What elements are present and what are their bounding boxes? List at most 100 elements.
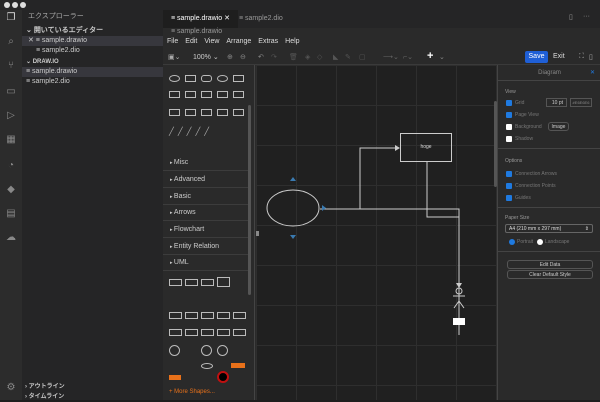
- tab-sample2-dio[interactable]: ≡ sample2.dio: [231, 10, 291, 28]
- insert-dropdown-icon[interactable]: ⌄: [439, 53, 445, 61]
- database-icon[interactable]: ▤: [5, 208, 17, 220]
- shape-item[interactable]: [217, 109, 228, 116]
- shape-item[interactable]: [185, 329, 198, 336]
- diagram-tab[interactable]: Diagram: [498, 65, 600, 81]
- shape-item[interactable]: [217, 75, 228, 82]
- shape-item[interactable]: [217, 277, 230, 287]
- close-window-button[interactable]: [4, 2, 10, 8]
- zoom-out-icon[interactable]: ⊖: [240, 53, 246, 61]
- shape-item[interactable]: [217, 91, 228, 98]
- undo-icon[interactable]: ↶: [258, 53, 264, 61]
- category-flowchart[interactable]: Flowchart: [163, 222, 251, 238]
- docker-icon[interactable]: ◆: [5, 184, 17, 196]
- shape-item[interactable]: [231, 363, 245, 368]
- image-button[interactable]: Image: [548, 122, 569, 131]
- shape-item[interactable]: [185, 91, 196, 98]
- redo-icon[interactable]: ↷: [271, 53, 277, 61]
- category-arrows[interactable]: Arrows: [163, 205, 251, 221]
- menu-arrange[interactable]: Arrange: [226, 38, 251, 45]
- shape-item[interactable]: [185, 279, 198, 286]
- zoom-dropdown[interactable]: 100% ⌄: [193, 53, 219, 61]
- shape-item[interactable]: [201, 329, 214, 336]
- more-shapes-link[interactable]: + More Shapes...: [169, 389, 215, 395]
- shape-item[interactable]: [185, 109, 196, 116]
- grid-color-button[interactable]: #E6E6E6: [570, 98, 592, 107]
- shape-item[interactable]: [169, 375, 181, 380]
- menu-help[interactable]: Help: [285, 38, 299, 45]
- explorer-icon[interactable]: ❐: [5, 12, 17, 24]
- to-back-icon[interactable]: ◇: [317, 53, 322, 61]
- more-actions-icon[interactable]: ···: [583, 13, 590, 20]
- outline-section[interactable]: › アウトライン: [22, 382, 163, 392]
- file-item[interactable]: ≡ sample.drawio: [22, 67, 163, 77]
- connection-points-checkbox[interactable]: [506, 183, 512, 189]
- shape-item[interactable]: [169, 329, 182, 336]
- paper-size-select[interactable]: A4 (210 mm x 297 mm) ⇕: [505, 224, 593, 233]
- shape-item[interactable]: [201, 109, 212, 116]
- shape-item[interactable]: [169, 312, 182, 319]
- shape-item[interactable]: [201, 312, 214, 319]
- fill-color-icon[interactable]: ◣: [333, 53, 338, 61]
- shape-item[interactable]: [201, 279, 214, 286]
- shape-item[interactable]: [201, 345, 212, 356]
- shape-item[interactable]: [169, 91, 180, 98]
- shadow-icon[interactable]: ▢: [359, 53, 366, 61]
- portrait-radio[interactable]: [509, 239, 515, 245]
- drawio-folder-header[interactable]: ⌄ DRAW.IO: [22, 57, 163, 67]
- shape-item[interactable]: [233, 312, 246, 319]
- breadcrumb[interactable]: ≡ sample.drawio: [171, 28, 222, 35]
- open-editors-header[interactable]: ⌄ 開いているエディター: [22, 26, 163, 36]
- shape-item[interactable]: [169, 279, 182, 286]
- shape-item[interactable]: [233, 329, 246, 336]
- save-button[interactable]: Save: [525, 51, 548, 63]
- close-format-icon[interactable]: ✕: [590, 69, 595, 76]
- diagram-canvas[interactable]: hoge: [256, 65, 497, 400]
- background-checkbox[interactable]: [506, 124, 512, 130]
- uml-shapes-grid[interactable]: [167, 277, 249, 385]
- shape-item[interactable]: [169, 75, 180, 82]
- shape-item[interactable]: [217, 329, 230, 336]
- collapse-shapes-handle[interactable]: [256, 231, 259, 236]
- shape-item[interactable]: [217, 345, 228, 356]
- shape-item[interactable]: [185, 312, 198, 319]
- shape-item[interactable]: [169, 109, 180, 116]
- shape-item[interactable]: [201, 363, 213, 369]
- menu-extras[interactable]: Extras: [258, 38, 278, 45]
- close-tab-icon[interactable]: ✕: [224, 15, 230, 22]
- timeline-section[interactable]: › タイムライン: [22, 392, 163, 402]
- edit-data-button[interactable]: Edit Data: [507, 260, 593, 269]
- category-misc[interactable]: Misc: [163, 155, 251, 171]
- shadow-checkbox[interactable]: [506, 136, 512, 142]
- run-debug-icon[interactable]: ▷: [5, 110, 17, 122]
- shape-item[interactable]: [201, 75, 212, 82]
- grid-checkbox[interactable]: [506, 100, 512, 106]
- shape-item[interactable]: [201, 91, 212, 98]
- settings-gear-icon[interactable]: ⚙: [5, 382, 17, 394]
- to-front-icon[interactable]: ◈: [305, 53, 310, 61]
- delete-icon[interactable]: 🗑: [289, 53, 298, 61]
- category-basic[interactable]: Basic: [163, 189, 251, 205]
- actor-label[interactable]: [453, 318, 465, 325]
- grid-size-input[interactable]: 10 pt: [546, 98, 567, 107]
- category-uml[interactable]: UML: [163, 255, 251, 271]
- cloud-icon[interactable]: ☁: [5, 232, 17, 244]
- format-panel-toggle-icon[interactable]: ▣⌄: [168, 53, 180, 61]
- zoom-in-icon[interactable]: ⊕: [227, 53, 233, 61]
- guides-checkbox[interactable]: [506, 195, 512, 201]
- file-item[interactable]: ≡ sample2.dio: [22, 77, 163, 87]
- line-color-icon[interactable]: ✎: [345, 53, 351, 61]
- tab-sample-drawio[interactable]: ≡ sample.drawio ✕: [163, 10, 238, 28]
- open-editor-item[interactable]: ≡ sample2.dio: [22, 46, 163, 56]
- shape-item[interactable]: [233, 109, 244, 116]
- menu-view[interactable]: View: [204, 38, 219, 45]
- search-icon[interactable]: ⌕: [5, 36, 17, 48]
- menu-file[interactable]: File: [167, 38, 178, 45]
- connection-arrows-checkbox[interactable]: [506, 171, 512, 177]
- shape-item[interactable]: [233, 91, 244, 98]
- source-control-icon[interactable]: ⑂: [5, 60, 17, 72]
- split-editor-icon[interactable]: ▯: [569, 13, 573, 21]
- waypoints-icon[interactable]: ⌐⌄: [403, 53, 413, 61]
- shape-item[interactable]: [169, 345, 180, 356]
- shape-item[interactable]: [217, 312, 230, 319]
- landscape-radio[interactable]: [537, 239, 543, 245]
